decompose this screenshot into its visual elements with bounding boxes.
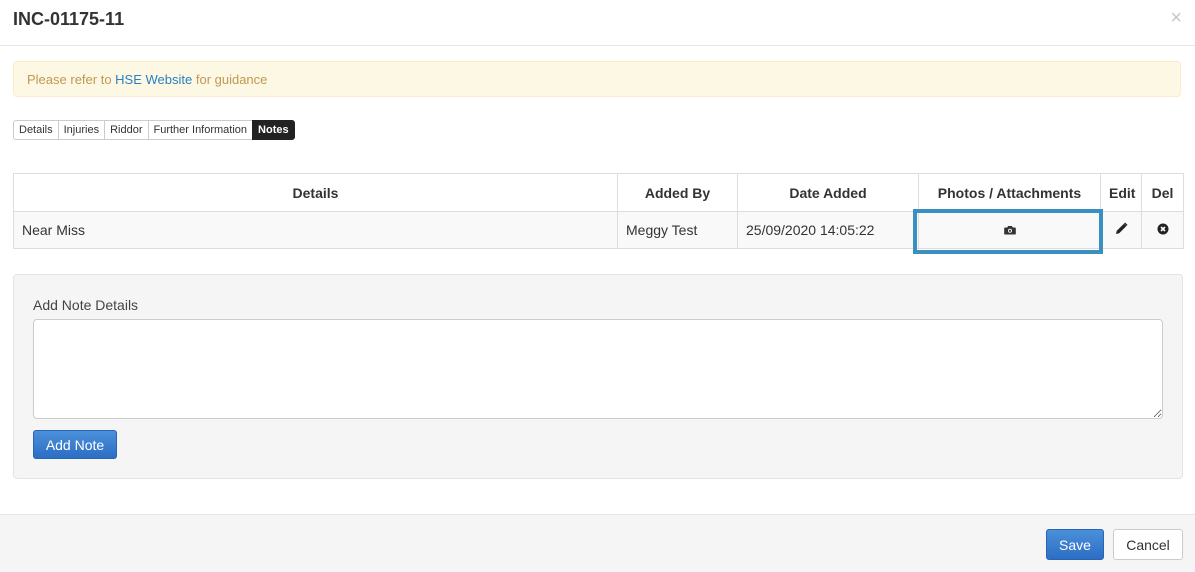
hse-website-link[interactable]: HSE Website [115, 72, 192, 87]
notes-table: Details Added By Date Added Photos / Att… [13, 173, 1184, 249]
pencil-icon[interactable] [1115, 222, 1128, 238]
tab-riddor[interactable]: Riddor [104, 120, 149, 140]
add-note-panel: Add Note Details Add Note [13, 274, 1183, 479]
add-note-label: Add Note Details [33, 297, 139, 313]
col-header-edit: Edit [1100, 173, 1142, 212]
tab-details[interactable]: Details [13, 120, 59, 140]
tab-bar: Details Injuries Riddor Further Informat… [13, 120, 295, 140]
modal-footer: Save Cancel [0, 514, 1195, 572]
col-header-del: Del [1141, 173, 1184, 212]
col-header-date-added: Date Added [737, 173, 919, 212]
modal-header: INC-01175-11 × [0, 0, 1195, 46]
cell-del [1141, 211, 1184, 249]
cell-date-added: 25/09/2020 14:05:22 [737, 211, 919, 249]
close-icon[interactable]: × [1170, 8, 1182, 28]
times-circle-icon[interactable] [1157, 222, 1169, 238]
col-header-details: Details [13, 173, 618, 212]
table-header-row: Details Added By Date Added Photos / Att… [13, 173, 1184, 212]
col-header-added-by: Added By [617, 173, 738, 212]
cell-details: Near Miss [13, 211, 618, 249]
cancel-button[interactable]: Cancel [1113, 529, 1183, 560]
tab-injuries[interactable]: Injuries [57, 120, 106, 140]
table-row: Near Miss Meggy Test 25/09/2020 14:05:22 [13, 211, 1184, 249]
cell-added-by: Meggy Test [617, 211, 738, 249]
modal-title: INC-01175-11 [13, 9, 125, 29]
note-details-textarea[interactable] [33, 319, 1163, 419]
col-header-photos: Photos / Attachments [918, 173, 1101, 212]
save-button[interactable]: Save [1046, 529, 1104, 560]
guidance-alert: Please refer to HSE Website for guidance [13, 61, 1181, 97]
alert-prefix: Please refer to [27, 72, 116, 87]
tab-notes[interactable]: Notes [252, 120, 295, 140]
cell-photos [918, 211, 1101, 249]
add-note-button[interactable]: Add Note [33, 430, 117, 459]
tab-further-information[interactable]: Further Information [147, 120, 254, 140]
alert-suffix: for guidance [192, 72, 268, 87]
cell-edit [1100, 211, 1142, 249]
camera-icon[interactable] [1003, 222, 1016, 238]
